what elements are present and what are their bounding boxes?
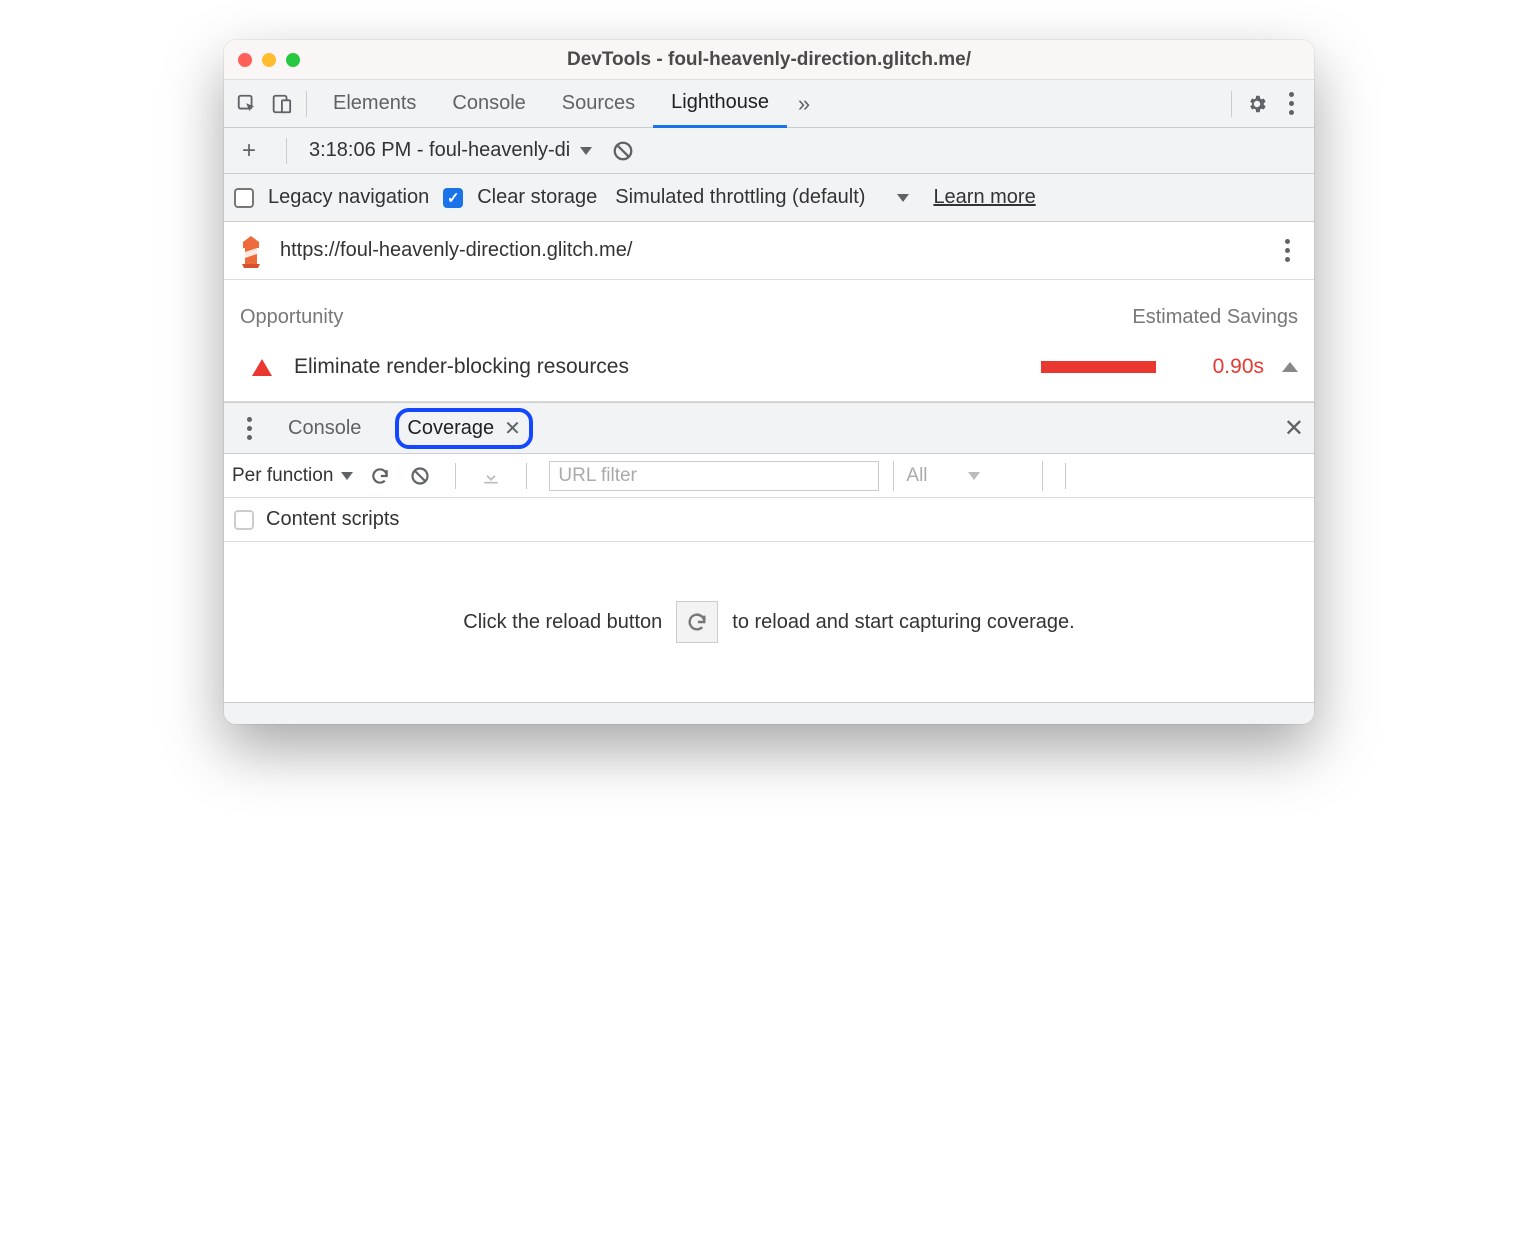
empty-text-suffix: to reload and start capturing coverage. [732,611,1074,634]
content-scripts-checkbox[interactable] [234,510,254,530]
divider [455,463,456,489]
url-filter-input[interactable]: URL filter [549,461,879,491]
status-bar [224,702,1314,724]
chevron-down-icon [580,147,592,155]
tab-sources[interactable]: Sources [544,80,653,127]
chevron-down-icon [968,472,980,480]
savings-column-label: Estimated Savings [1132,306,1298,329]
granularity-select[interactable]: Per function [232,465,353,487]
clear-icon[interactable] [407,463,433,489]
report-menu-icon[interactable] [1272,236,1302,266]
divider [286,138,287,164]
savings-bar [1041,361,1156,373]
report-url-row: https://foul-heavenly-direction.glitch.m… [224,222,1314,280]
divider [1065,463,1066,489]
divider [306,91,307,117]
savings-value: 0.90s [1194,355,1264,379]
tab-console[interactable]: Console [434,80,543,127]
drawer-tab-coverage-label: Coverage [407,417,494,440]
window-title: DevTools - foul-heavenly-direction.glitc… [224,49,1314,71]
content-scripts-label: Content scripts [266,508,399,531]
opportunity-column-label: Opportunity [240,306,343,329]
main-toolbar: Elements Console Sources Lighthouse » [224,80,1314,128]
kebab-menu-icon[interactable] [1274,87,1308,121]
drawer-tab-coverage[interactable]: Coverage ✕ [385,404,542,453]
clear-storage-label: Clear storage [477,186,597,209]
opportunity-row[interactable]: Eliminate render-blocking resources 0.90… [224,341,1314,402]
inspect-element-icon[interactable] [230,87,264,121]
new-report-button[interactable]: + [234,136,264,166]
drawer-close-icon[interactable]: ✕ [1284,414,1304,443]
devtools-window: DevTools - foul-heavenly-direction.glitc… [224,40,1314,724]
export-icon [478,463,504,489]
lighthouse-icon [236,234,266,268]
chevron-down-icon[interactable] [897,194,909,202]
report-dropdown[interactable]: 3:18:06 PM - foul-heavenly-di [309,139,592,162]
empty-text-prefix: Click the reload button [463,611,662,634]
tab-elements[interactable]: Elements [315,80,434,127]
tab-lighthouse[interactable]: Lighthouse [653,81,787,128]
granularity-label: Per function [232,465,333,487]
report-dropdown-label: 3:18:06 PM - foul-heavenly-di [309,139,570,162]
drawer-menu-icon[interactable] [234,413,264,443]
opportunities-header: Opportunity Estimated Savings [224,280,1314,341]
clear-icon[interactable] [606,134,640,168]
close-icon[interactable]: ✕ [504,416,521,441]
gear-icon[interactable] [1240,87,1274,121]
reload-button[interactable] [676,601,718,643]
reload-icon[interactable] [367,463,393,489]
chevron-down-icon [341,472,353,480]
url-filter-placeholder: URL filter [558,465,636,487]
divider [526,463,527,489]
divider [1231,91,1232,117]
chevron-up-icon[interactable] [1282,362,1298,372]
drawer-tab-console[interactable]: Console [278,413,371,444]
coverage-empty-state: Click the reload button to reload and st… [224,542,1314,702]
drawer-toolbar: Console Coverage ✕ ✕ [224,402,1314,454]
type-filter-label: All [906,465,927,487]
opportunity-title: Eliminate render-blocking resources [294,355,629,379]
content-scripts-row: Content scripts [224,498,1314,542]
lighthouse-toolbar: + 3:18:06 PM - foul-heavenly-di [224,128,1314,174]
fail-triangle-icon [252,359,272,376]
clear-storage-checkbox[interactable] [443,188,463,208]
type-filter-select[interactable]: All [893,461,1043,491]
traffic-lights [224,53,300,67]
coverage-toolbar: Per function URL filter All [224,454,1314,498]
throttling-label: Simulated throttling (default) [615,186,865,209]
learn-more-link[interactable]: Learn more [933,186,1035,209]
device-toolbar-icon[interactable] [264,87,298,121]
close-window-button[interactable] [238,53,252,67]
legacy-navigation-label: Legacy navigation [268,186,429,209]
titlebar: DevTools - foul-heavenly-direction.glitc… [224,40,1314,80]
report-url: https://foul-heavenly-direction.glitch.m… [280,239,1258,262]
legacy-navigation-checkbox[interactable] [234,188,254,208]
maximize-window-button[interactable] [286,53,300,67]
more-tabs-icon[interactable]: » [787,87,821,121]
coverage-highlight: Coverage ✕ [395,408,532,449]
minimize-window-button[interactable] [262,53,276,67]
lighthouse-settings: Legacy navigation Clear storage Simulate… [224,174,1314,222]
